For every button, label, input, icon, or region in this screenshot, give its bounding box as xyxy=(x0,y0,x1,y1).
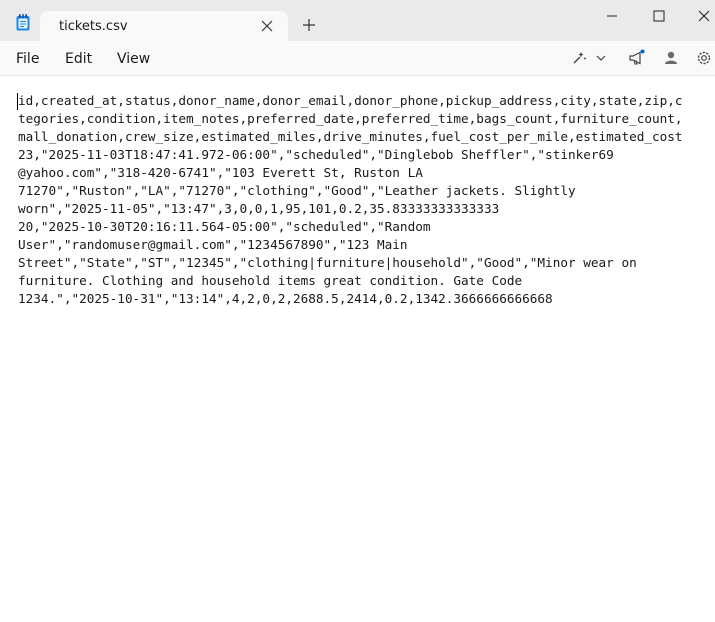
account-icon[interactable] xyxy=(662,49,680,67)
text-line: id,created_at,status,donor_name,donor_em… xyxy=(18,93,683,108)
new-tab-icon[interactable] xyxy=(301,17,317,33)
minimize-icon[interactable] xyxy=(604,8,620,24)
text-line: 20,"2025-10-30T20:16:11.564-05:00","sche… xyxy=(18,219,431,234)
text-line: worn","2025-11-05","13:47",3,0,0,1,95,10… xyxy=(18,201,500,216)
chevron-down-icon[interactable] xyxy=(594,49,608,67)
text-line: tegories,condition,item_notes,preferred_… xyxy=(18,111,683,126)
text-line: furniture. Clothing and household items … xyxy=(18,273,523,288)
menu-edit[interactable]: Edit xyxy=(65,51,92,67)
menu-bar: File Edit View xyxy=(0,41,715,76)
text-line: User","randomuser@gmail.com","1234567890… xyxy=(18,237,408,252)
tab-title: tickets.csv xyxy=(59,19,128,34)
copilot-icon[interactable] xyxy=(570,49,588,67)
text-line: Street","State","ST","12345","clothing|f… xyxy=(18,255,637,270)
menu-view[interactable]: View xyxy=(117,51,150,67)
megaphone-icon[interactable] xyxy=(628,49,646,67)
notepad-icon xyxy=(16,14,30,31)
close-tab-icon[interactable] xyxy=(260,19,274,33)
text-line: 23,"2025-11-03T18:47:41.972-06:00","sche… xyxy=(18,147,614,162)
text-editor[interactable]: id,created_at,status,donor_name,donor_em… xyxy=(0,76,715,622)
close-window-icon[interactable] xyxy=(696,8,712,24)
menu-file[interactable]: File xyxy=(16,51,39,67)
maximize-icon[interactable] xyxy=(651,8,667,24)
text-line: @yahoo.com","318-420-6741","103 Everett … xyxy=(18,165,423,180)
text-line: 1234.","2025-10-31","13:14",4,2,0,2,2688… xyxy=(18,291,553,306)
text-line: mall_donation,crew_size,estimated_miles,… xyxy=(18,129,683,144)
tab-tickets-csv[interactable]: tickets.csv xyxy=(40,11,288,45)
gear-icon[interactable] xyxy=(695,49,713,67)
text-line: 71270","Ruston","LA","71270","clothing",… xyxy=(18,183,576,198)
title-bar: tickets.csv xyxy=(0,0,715,45)
